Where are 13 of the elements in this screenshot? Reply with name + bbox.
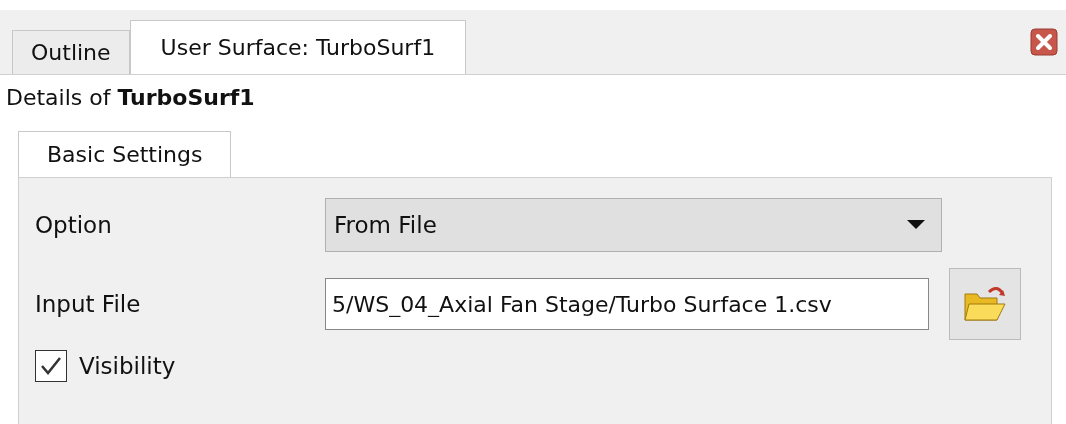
tab[interactable]: Outline xyxy=(12,30,130,74)
checkbox-label: Visibility xyxy=(79,353,176,379)
tab[interactable]: User Surface: TurboSurf1 xyxy=(129,20,467,74)
tab[interactable]: Basic Settings xyxy=(18,131,232,177)
field-label: Option xyxy=(35,212,113,238)
folder-icon xyxy=(963,284,1007,324)
field-label: Input File xyxy=(35,291,142,317)
input-file-field[interactable]: 5/WS_04_Axial Fan Stage/Turbo Surface 1.csv xyxy=(325,278,929,330)
visibility-checkbox[interactable] xyxy=(35,350,67,382)
details-title: Details of TurboSurf1 xyxy=(5,84,256,112)
option-dropdown[interactable]: From File xyxy=(325,198,942,252)
close-icon[interactable] xyxy=(1030,28,1058,56)
dropdown-arrow-icon xyxy=(907,220,925,230)
